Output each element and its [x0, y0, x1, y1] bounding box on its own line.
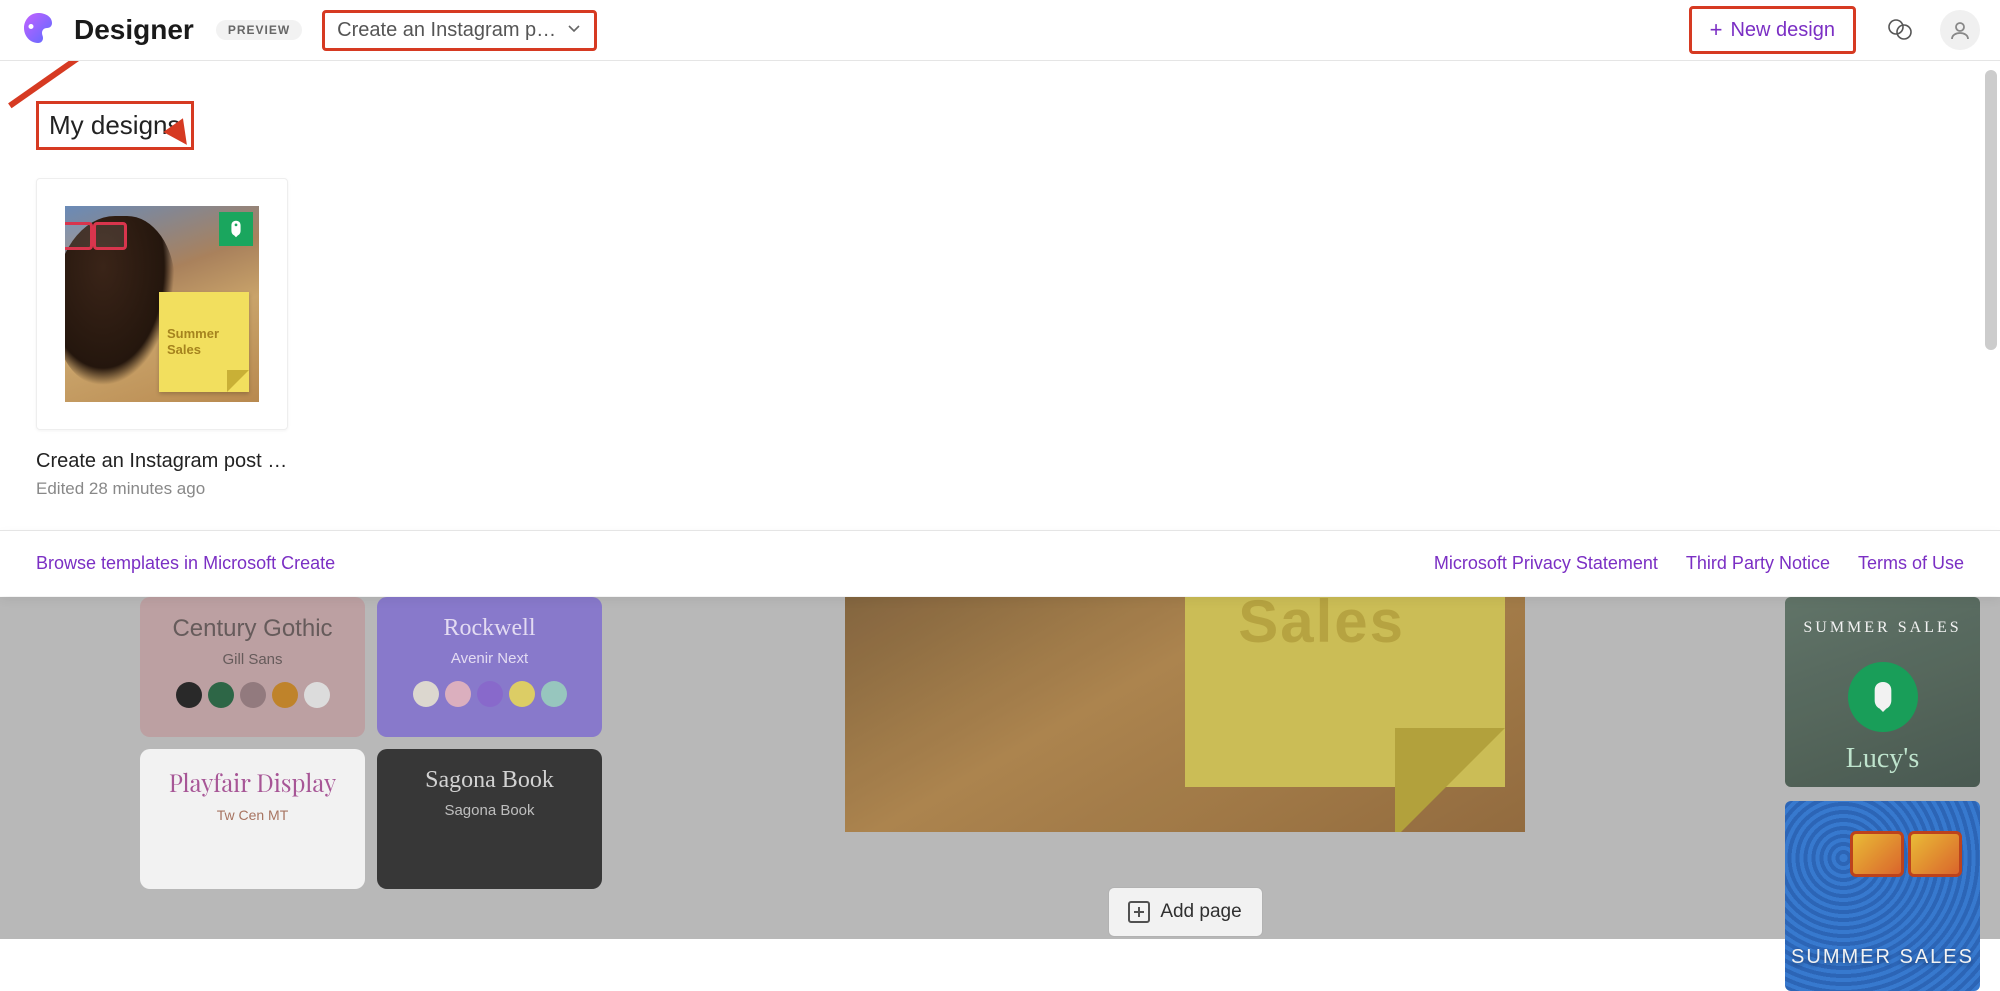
account-avatar-button[interactable] — [1940, 10, 1980, 50]
bird-circle-icon — [1848, 662, 1918, 732]
add-page-button[interactable]: Add page — [1108, 887, 1263, 937]
browse-templates-link[interactable]: Browse templates in Microsoft Create — [36, 553, 335, 574]
third-party-link[interactable]: Third Party Notice — [1686, 553, 1830, 574]
new-design-button[interactable]: + New design — [1689, 6, 1856, 54]
add-page-label: Add page — [1160, 901, 1241, 923]
app-name: Designer — [74, 14, 194, 46]
chevron-down-icon — [566, 19, 582, 42]
variant-thumbnail[interactable]: SUMMER SALES — [1785, 801, 1980, 991]
thumb-sticky-text: Summer Sales — [167, 326, 241, 357]
privacy-link[interactable]: Microsoft Privacy Statement — [1434, 553, 1658, 574]
font-card[interactable]: Century Gothic Gill Sans — [140, 597, 365, 737]
bird-badge-icon — [219, 212, 253, 246]
font-card-main: Century Gothic — [172, 615, 332, 643]
variant-thumbnail[interactable]: SUMMER SALES Lucy's — [1785, 597, 1980, 787]
footer-bar: Browse templates in Microsoft Create Mic… — [0, 530, 2000, 596]
side-thumbnails: SUMMER SALES Lucy's SUMMER SALES — [1785, 597, 1980, 991]
background-dim-layer: Century Gothic Gill Sans Rockwell Avenir… — [0, 597, 2000, 939]
sunglasses-icon — [1850, 831, 1960, 875]
font-card-sub: Avenir Next — [451, 650, 528, 667]
variant-label: SUMMER SALES — [1803, 619, 1961, 637]
canvas-text: Sales — [1238, 597, 1405, 656]
doc-title-dropdown[interactable]: Create an Instagram p… — [322, 10, 597, 51]
variant-script: Lucy's — [1846, 743, 1919, 775]
font-card-sub: Sagona Book — [444, 802, 534, 819]
section-title: My designs — [49, 110, 181, 141]
doc-title-text: Create an Instagram p… — [337, 19, 556, 42]
feedback-icon[interactable] — [1884, 14, 1916, 46]
design-card-meta: Edited 28 minutes ago — [36, 479, 288, 499]
new-design-label: New design — [1730, 19, 1835, 42]
design-card-title: Create an Instagram post … — [36, 450, 288, 473]
terms-link[interactable]: Terms of Use — [1858, 553, 1964, 574]
color-dots — [413, 681, 567, 707]
font-card-main: Playfair Display — [169, 767, 336, 799]
preview-badge: PREVIEW — [216, 20, 302, 40]
design-thumbnail[interactable]: Summer Sales — [36, 178, 288, 430]
plus-square-icon — [1128, 901, 1150, 923]
design-grid: Summer Sales Create an Instagram post … … — [36, 178, 1964, 499]
variant-label: SUMMER SALES — [1785, 946, 1980, 969]
font-card-main: Rockwell — [444, 615, 536, 642]
design-canvas[interactable]: Sales — [845, 597, 1525, 832]
font-style-panel: Century Gothic Gill Sans Rockwell Avenir… — [140, 597, 630, 901]
color-dots — [176, 682, 330, 708]
plus-icon: + — [1710, 17, 1723, 43]
font-card[interactable]: Playfair Display Tw Cen MT — [140, 749, 365, 889]
font-card-sub: Gill Sans — [222, 651, 282, 668]
designer-logo-icon — [20, 10, 56, 51]
font-card[interactable]: Rockwell Avenir Next — [377, 597, 602, 737]
font-card[interactable]: Sagona Book Sagona Book — [377, 749, 602, 889]
main-content: My designs Summer Sales Create an Instag… — [0, 61, 2000, 529]
canvas-area: Sales Add page — [845, 597, 1525, 937]
font-card-sub: Tw Cen MT — [217, 807, 289, 823]
scrollbar-thumb[interactable] — [1985, 70, 1997, 350]
app-header: Designer PREVIEW Create an Instagram p… … — [0, 0, 2000, 61]
font-card-main: Sagona Book — [425, 767, 554, 794]
design-card: Summer Sales Create an Instagram post … … — [36, 178, 288, 499]
